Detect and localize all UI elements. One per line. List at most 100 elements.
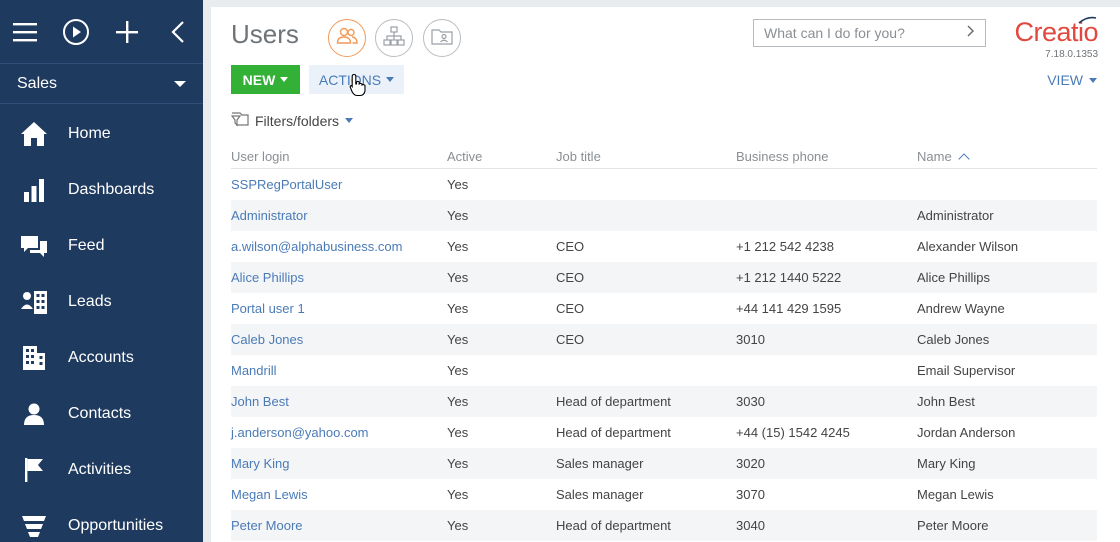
column-header-name[interactable]: Name	[917, 149, 1097, 165]
cell-business-phone: +1 212 1440 5222	[736, 270, 842, 285]
sidebar-item-label: Opportunities	[68, 517, 164, 534]
cell-name: Email Supervisor	[917, 363, 1016, 378]
cell-user-login[interactable]: Administrator	[231, 208, 447, 223]
cell-business-phone: 3030	[736, 394, 765, 409]
column-header-user-login[interactable]: User login	[231, 149, 447, 164]
cell-user-login[interactable]: Caleb Jones	[231, 332, 447, 347]
chevron-down-icon	[345, 118, 354, 123]
table-row[interactable]: Mandrill Yes Email Supervisor	[231, 355, 1097, 386]
sidebar-item-home[interactable]: Home	[0, 106, 203, 162]
cell-active: Yes	[447, 394, 469, 409]
cell-active: Yes	[447, 518, 469, 533]
cell-job-title: Head of department	[556, 425, 671, 440]
chevron-down-icon	[1089, 77, 1097, 83]
accounts-icon	[18, 343, 50, 373]
cell-name: Megan Lewis	[917, 487, 994, 502]
logo: Creatio 7.18.0.1353	[1002, 16, 1098, 61]
table-row[interactable]: a.wilson@alphabusiness.com Yes CEO +1 212 5…	[231, 231, 1097, 262]
table-row[interactable]: John Best Yes Head of department 3030 John B…	[231, 386, 1097, 417]
column-header-active[interactable]: Active	[447, 149, 556, 164]
cell-user-login[interactable]: Peter Moore	[231, 518, 447, 533]
cell-name: Jordan Anderson	[917, 425, 1016, 440]
version-label: 7.18.0.1353	[1045, 49, 1098, 60]
cell-active: Yes	[447, 177, 469, 192]
view-menu[interactable]: VIEW	[1047, 72, 1097, 88]
column-header-job-title[interactable]: Job title	[556, 149, 736, 164]
chevron-right-icon[interactable]	[967, 24, 975, 42]
view-label: VIEW	[1047, 72, 1083, 88]
sidebar-item-label: Home	[68, 125, 111, 142]
filters-label: Filters/folders	[255, 112, 340, 129]
cell-user-login[interactable]: Mandrill	[231, 363, 447, 378]
cell-user-login[interactable]: a.wilson@alphabusiness.com	[231, 239, 447, 254]
cell-name: Alexander Wilson	[917, 239, 1019, 254]
collapse-chevron-icon[interactable]	[152, 0, 203, 64]
table-row[interactable]: Peter Moore Yes Head of department 3040 Pete…	[231, 510, 1097, 541]
cell-job-title: CEO	[556, 332, 585, 347]
sidebar-item-accounts[interactable]: Accounts	[0, 330, 203, 386]
hamburger-menu-icon[interactable]	[0, 0, 51, 64]
cell-job-title: CEO	[556, 270, 585, 285]
table-row[interactable]: Megan Lewis Yes Sales manager 3070 Megan Lew…	[231, 479, 1097, 510]
cell-active: Yes	[447, 301, 469, 316]
feed-icon	[18, 231, 50, 261]
cell-business-phone: 3020	[736, 456, 765, 471]
table-row[interactable]: Mary King Yes Sales manager 3020 Mary King	[231, 448, 1097, 479]
cell-job-title: Head of department	[556, 518, 671, 533]
cell-business-phone: +44 (15) 1542 4245	[736, 425, 850, 440]
cell-user-login[interactable]: Megan Lewis	[231, 487, 447, 502]
cell-user-login[interactable]: j.anderson@yahoo.com	[231, 425, 447, 440]
table-row[interactable]: Portal user 1 Yes CEO +44 141 429 1595 Andre…	[231, 293, 1097, 324]
cell-user-login[interactable]: Mary King	[231, 456, 447, 471]
filter-icon	[230, 111, 249, 130]
cell-name: Administrator	[917, 208, 994, 223]
cell-business-phone: 3040	[736, 518, 765, 533]
play-icon[interactable]	[51, 0, 102, 64]
table-row[interactable]: Administrator Yes Administrator	[231, 200, 1097, 231]
sidebar-item-activities[interactable]: Activities	[0, 442, 203, 498]
cell-job-title: Sales manager	[556, 456, 644, 471]
cell-active: Yes	[447, 208, 469, 223]
filters-folders-button[interactable]: Filters/folders	[230, 111, 354, 130]
grid-body: SSPRegPortalUser Yes Administrator Yes Admin…	[231, 169, 1097, 541]
sidebar-item-label: Accounts	[68, 349, 134, 366]
table-row[interactable]: Alice Phillips Yes CEO +1 212 1440 5222 Alic…	[231, 262, 1097, 293]
sidebar-item-opportunities[interactable]: Opportunities	[0, 498, 203, 542]
table-row[interactable]: Caleb Jones Yes CEO 3010 Caleb Jones	[231, 324, 1097, 355]
command-line[interactable]	[753, 19, 986, 47]
cell-active: Yes	[447, 456, 469, 471]
workplace-selector[interactable]: Sales	[0, 64, 203, 104]
workplace-label: Sales	[17, 74, 58, 92]
cell-user-login[interactable]: SSPRegPortalUser	[231, 177, 447, 192]
users-view-button[interactable]	[328, 19, 366, 57]
cell-name: Caleb Jones	[917, 332, 990, 347]
sidebar-item-dashboards[interactable]: Dashboards	[0, 162, 203, 218]
sort-ascending-icon	[958, 153, 970, 165]
cell-user-login[interactable]: Alice Phillips	[231, 270, 447, 285]
sidebar-item-label: Dashboards	[68, 181, 155, 198]
users-grid: User login Active Job title Business pho…	[231, 145, 1097, 541]
sidebar-item-contacts[interactable]: Contacts	[0, 386, 203, 442]
org-structure-view-button[interactable]	[375, 19, 413, 57]
logo-swoosh-icon	[1078, 16, 1097, 24]
chevron-down-icon	[174, 80, 186, 87]
sidebar-item-feed[interactable]: Feed	[0, 218, 203, 274]
cell-job-title: CEO	[556, 301, 585, 316]
sidebar-item-leads[interactable]: Leads	[0, 274, 203, 330]
table-row[interactable]: SSPRegPortalUser Yes	[231, 169, 1097, 200]
chevron-down-icon	[280, 77, 289, 82]
cell-business-phone: 3010	[736, 332, 765, 347]
roles-view-button[interactable]	[423, 19, 461, 57]
cell-active: Yes	[447, 363, 469, 378]
new-button[interactable]: NEW	[231, 65, 300, 94]
column-header-business-phone[interactable]: Business phone	[736, 149, 917, 164]
hand-cursor-icon	[349, 73, 367, 102]
dashboards-icon	[18, 175, 50, 205]
cell-job-title: Sales manager	[556, 487, 644, 502]
cell-user-login[interactable]: John Best	[231, 394, 447, 409]
table-row[interactable]: j.anderson@yahoo.com Yes Head of departmen…	[231, 417, 1097, 448]
cell-user-login[interactable]: Portal user 1	[231, 301, 447, 316]
main-panel: Users Creatio 7.18.0.1353 NEW ACTIONS	[211, 7, 1120, 542]
command-input[interactable]	[764, 25, 967, 41]
add-icon[interactable]	[102, 0, 153, 64]
